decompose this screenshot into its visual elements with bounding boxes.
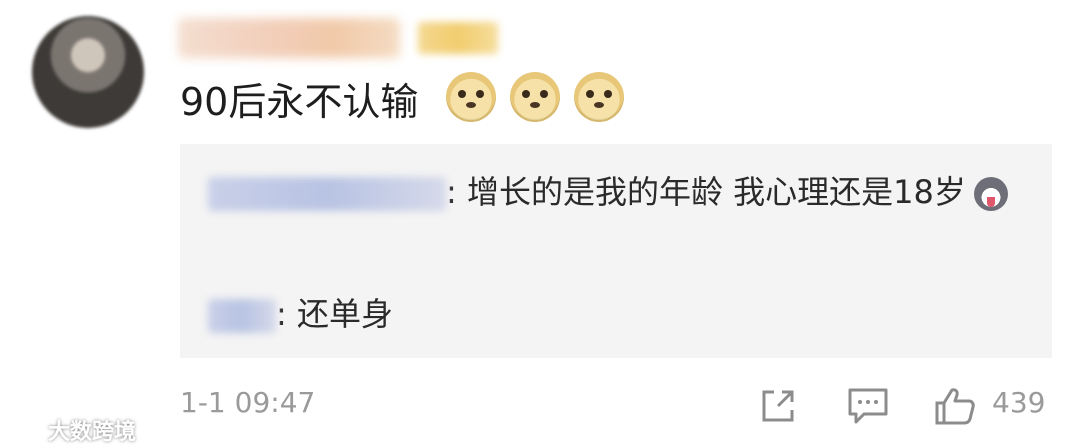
reply-author-blurred[interactable] [208,177,446,211]
reply-item[interactable]: : 增长的是我的年龄 我心理还是18岁 [208,166,1028,218]
reply-text: : 还单身 [276,295,393,333]
replies-panel[interactable]: : 增长的是我的年龄 我心理还是18岁 : 还单身 [180,144,1052,358]
comment-icon[interactable] [846,386,890,426]
thumbs-up-icon[interactable] [934,386,976,426]
reply-author-blurred[interactable] [208,299,276,333]
emoji-row [446,72,624,122]
user-badge [418,22,498,54]
comment-text: 90后永不认输 [180,80,419,124]
comment-timestamp: 1-1 09:47 [180,386,316,419]
reply-item[interactable]: : 还单身 [208,288,393,340]
reply-text: : 增长的是我的年龄 我心理还是18岁 [446,173,966,211]
watermark-text: 大数跨境 [48,420,137,445]
user-avatar[interactable] [32,16,144,128]
doge-icon [446,72,496,122]
doge-icon [510,72,560,122]
share-icon[interactable] [758,386,798,426]
husky-icon [973,177,1008,211]
watermark-logo-icon [6,424,44,442]
watermark: 大数跨境 [6,414,136,446]
doge-icon [574,72,624,122]
username-blurred[interactable] [178,18,400,58]
like-count: 439 [992,386,1046,419]
